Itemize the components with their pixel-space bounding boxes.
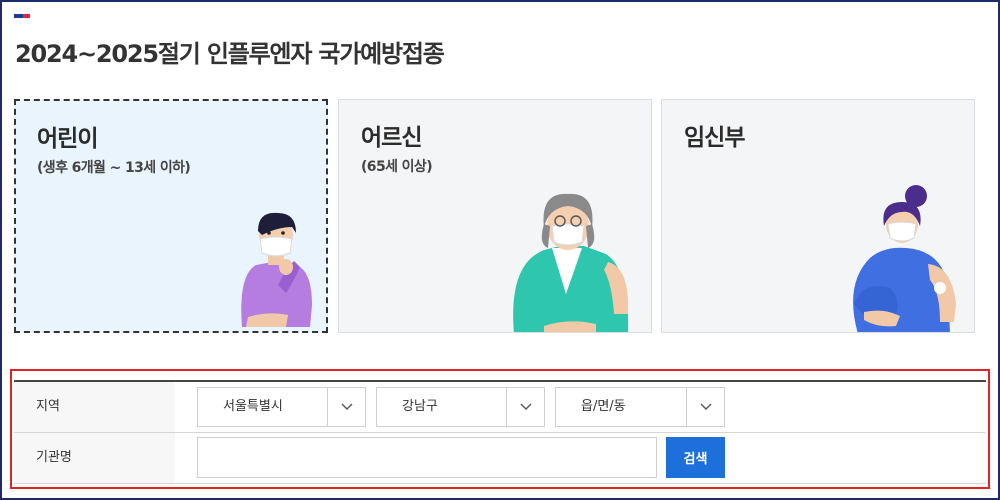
card-pregnant[interactable]: 임신부: [661, 99, 975, 333]
card-elderly[interactable]: 어르신 (65세 이상): [338, 99, 652, 333]
card-children[interactable]: 어린이 (생후 6개월 ~ 13세 이하): [14, 99, 328, 333]
pregnant-illustration-icon: [853, 185, 956, 332]
page-title: 2024~2025절기 인플루엔자 국가예방접종: [15, 40, 445, 68]
chevron-down-icon: [327, 388, 365, 426]
card-title: 어르신: [361, 125, 422, 151]
city-select-value: 서울특별시: [223, 399, 283, 414]
region-label: 지역: [14, 382, 175, 432]
child-illustration-icon: [241, 212, 312, 327]
korean-flag-icon: [14, 14, 30, 18]
chevron-down-icon: [686, 388, 724, 426]
district-select[interactable]: 강남구: [376, 387, 545, 427]
card-title: 임신부: [684, 125, 745, 151]
card-subtitle: (65세 이상): [361, 159, 433, 175]
chevron-down-icon: [506, 388, 544, 426]
elderly-illustration-icon: [513, 193, 629, 332]
card-subtitle: (생후 6개월 ~ 13세 이하): [37, 160, 191, 176]
org-label: 기관명: [14, 433, 175, 483]
search-button[interactable]: 검색: [666, 437, 725, 478]
org-row: 기관명 검색: [14, 433, 986, 484]
region-row: 지역 서울특별시 강남구 읍/면/동: [14, 382, 986, 433]
search-form: 지역 서울특별시 강남구 읍/면/동 기관명 검색: [10, 369, 990, 489]
district-select-value: 강남구: [402, 399, 438, 414]
card-title: 어린이: [37, 126, 98, 152]
city-select[interactable]: 서울특별시: [197, 387, 366, 427]
town-select[interactable]: 읍/면/동: [555, 387, 725, 427]
org-name-input[interactable]: [197, 437, 657, 478]
town-select-value: 읍/면/동: [581, 399, 626, 414]
